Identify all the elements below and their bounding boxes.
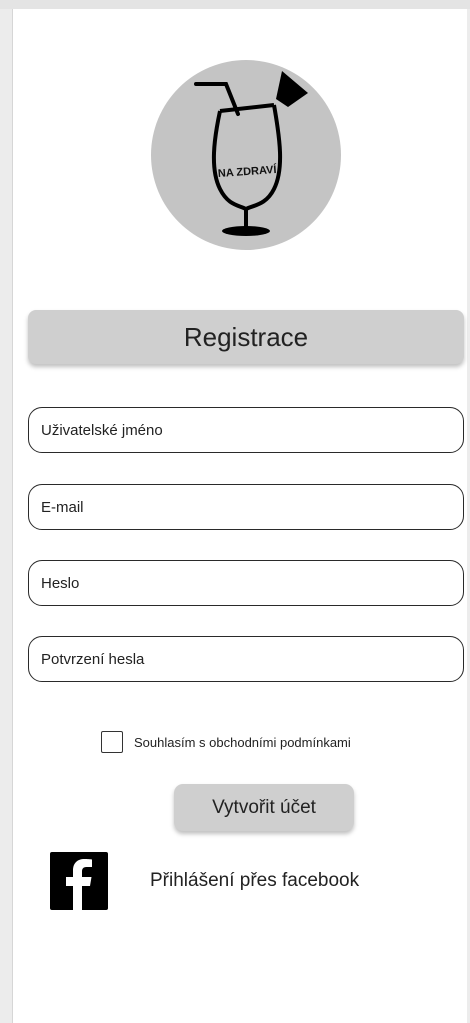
email-field-container <box>28 484 464 530</box>
create-account-button[interactable]: Vytvořit účet <box>174 784 354 831</box>
facebook-login-label: Přihlášení přes facebook <box>150 870 360 891</box>
cocktail-glass-icon: NA ZDRAVÍ <box>151 60 341 250</box>
terms-row: Souhlasím s obchodními podmínkami <box>101 729 351 755</box>
facebook-icon <box>50 852 108 910</box>
app-logo: NA ZDRAVÍ <box>150 59 342 251</box>
status-bar <box>0 0 470 9</box>
registration-screen: NA ZDRAVÍ Registrace Souhlasím s obchodn… <box>0 0 470 1023</box>
username-field-container <box>28 407 464 453</box>
facebook-login-button[interactable]: Přihlášení přes facebook <box>50 852 450 910</box>
email-input[interactable] <box>39 497 463 517</box>
password-input[interactable] <box>39 573 463 593</box>
confirm-password-input[interactable] <box>39 649 463 669</box>
confirm-password-field-container <box>28 636 464 682</box>
terms-label: Souhlasím s obchodními podmínkami <box>134 734 351 750</box>
terms-checkbox[interactable] <box>101 731 123 753</box>
username-input[interactable] <box>39 420 463 440</box>
page-title: Registrace <box>28 310 464 364</box>
password-field-container <box>28 560 464 606</box>
left-frame-edge <box>0 9 13 1023</box>
